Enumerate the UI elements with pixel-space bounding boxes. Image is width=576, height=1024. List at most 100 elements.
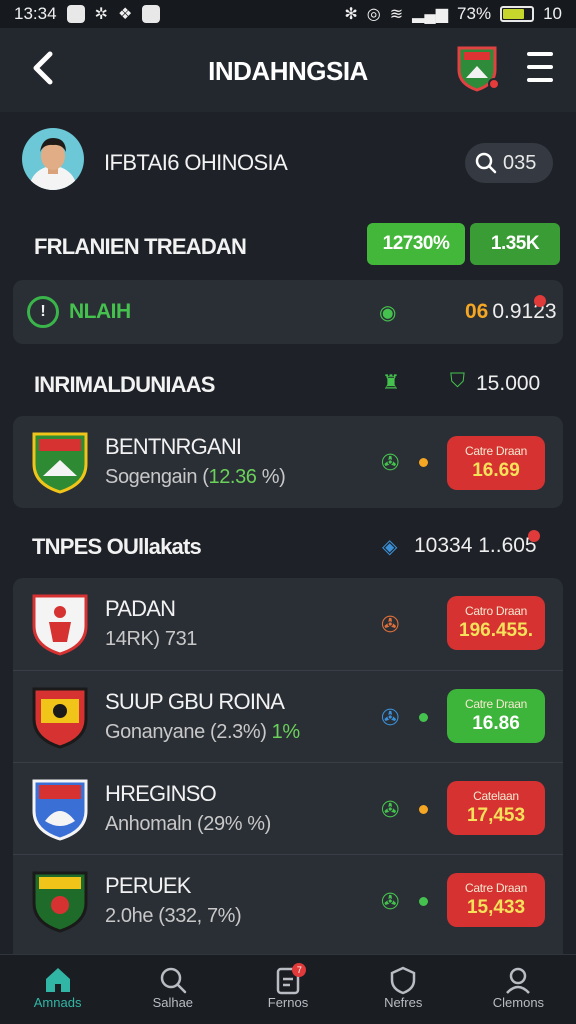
profile-row: IFBTAI6 OHINOSIA 035 [0, 112, 576, 212]
status-value-number: 0.9123 [492, 300, 557, 323]
nav-label: Fernos [267, 995, 309, 1010]
live-icon: ! [27, 296, 59, 328]
gallery-icon [142, 5, 161, 23]
app-icon: ✲ [94, 6, 108, 23]
featured-team-card[interactable]: BENTNRGANI Sogengain (12.36 %) ✇ Catre D… [13, 416, 563, 508]
odds-button[interactable]: Catelaan 17,453 [447, 781, 545, 835]
odds-label: Catre Draan [464, 881, 528, 895]
nav-label: Clemons [492, 995, 545, 1010]
status-time: 13:34 [14, 4, 57, 23]
team-crest-icon [32, 594, 88, 656]
section-header-2: INRIMALDUNIAAS ♜ ⛉ 15.000 [0, 360, 576, 408]
team-row[interactable]: PADAN 14RK) 731 ✇ Catro Draan 196.455. [13, 578, 563, 670]
section-value: 10334 1..605 [414, 534, 537, 557]
menu-button[interactable] [527, 52, 553, 82]
hamburger-icon [527, 52, 553, 56]
app-header: INDAHNGSIA [0, 28, 576, 112]
status-dot [419, 897, 428, 906]
nav-item-search[interactable]: Salhae [115, 955, 230, 1024]
target-icon: ◈ [382, 536, 398, 558]
home-icon [45, 968, 70, 992]
search-button[interactable]: 035 [465, 143, 553, 183]
bluetooth-icon: ✻ [344, 6, 358, 23]
status-dot [419, 458, 428, 467]
live-label: NLAIH [69, 300, 131, 323]
nav-item-home[interactable]: Amnads [0, 955, 115, 1024]
team-crest-icon [32, 432, 88, 494]
nav-label: Salhae [152, 995, 194, 1010]
profile-icon [506, 967, 531, 994]
nav-item-bets[interactable]: 7 Fernos [230, 955, 345, 1024]
section-value: 15.000 [476, 372, 541, 395]
shield-icon [390, 966, 416, 995]
odds-value: 196.455. [459, 620, 533, 641]
player-icon: ✇ [381, 450, 400, 475]
nfc-icon: ◎ [366, 6, 381, 23]
section-header-3: TNPES OUllakats ◈ 10334 1..605 [0, 522, 576, 570]
odds-label: Catre Draan [464, 697, 528, 711]
team-stats: Gonanyane (2.3%) 1% [105, 721, 300, 743]
team-name: PERUEK [105, 873, 191, 898]
team-row[interactable]: BENTNRGANI Sogengain (12.36 %) ✇ Catre D… [13, 416, 563, 508]
notification-dot [488, 78, 500, 90]
player-icon: ✇ [381, 612, 400, 637]
battery-percent: 73% [457, 4, 492, 23]
odds-button[interactable]: Catro Draan 196.455. [447, 596, 545, 650]
status-extra: 10 [543, 4, 562, 23]
player-icon: ✇ [381, 705, 400, 730]
battery-icon [500, 6, 535, 22]
odds-label: Catelaan [473, 789, 519, 803]
section-title: TNPES OUllakats [32, 534, 202, 559]
live-status-card[interactable]: ! NLAIH ◉ 06 0.9123 [13, 280, 563, 344]
team-crest-icon [32, 687, 88, 749]
team-stats: Sogengain (12.36 %) [105, 466, 286, 488]
team-name: HREGINSO [105, 781, 217, 806]
nav-item-news[interactable]: Nefres [346, 955, 461, 1024]
section-title: INRIMALDUNIAAS [34, 372, 215, 397]
alert-dot [534, 295, 546, 307]
wifi-icon: ≋ [389, 6, 404, 23]
person-icon [29, 138, 77, 190]
bottom-nav: Amnads Salhae 7 Fernos Nefres Clemons [0, 954, 576, 1024]
odds-button[interactable]: Catre Draan 16.86 [447, 689, 545, 743]
odds-value: 16.69 [472, 460, 520, 481]
nav-item-profile[interactable]: Clemons [461, 955, 576, 1024]
notification-icon [66, 5, 85, 23]
team-name: BENTNRGANI [105, 434, 242, 459]
alert-dot [528, 530, 540, 542]
profile-name: IFBTAI6 OHINOSIA [104, 150, 288, 175]
status-bar: 13:34 ✲ ❖ ✻ ◎ ≋ ▂▄▆ 73% 10 [0, 0, 576, 28]
odds-button[interactable]: Catre Draan 16.69 [447, 436, 545, 490]
player-icon: ✇ [381, 889, 400, 914]
status-dot [419, 805, 428, 814]
team-row[interactable]: SUUP GBU ROINA Gonanyane (2.3%) 1% ✇ Cat… [13, 670, 563, 762]
stats-icon: ♜ [382, 372, 400, 394]
nav-label: Nefres [384, 995, 423, 1010]
odds-value: 16.86 [472, 713, 520, 734]
team-crest-icon [32, 779, 88, 841]
percent-pill[interactable]: 12730% [367, 223, 465, 265]
section-title: FRLANIEN TREADAN [34, 234, 247, 259]
search-value: 035 [503, 151, 537, 174]
team-name: PADAN [105, 596, 176, 621]
odds-button[interactable]: Catre Draan 15,433 [447, 873, 545, 927]
search-icon [475, 152, 497, 174]
section-header-1: FRLANIEN TREADAN 12730% 1.35K [0, 222, 576, 270]
odds-label: Catro Draan [464, 604, 528, 618]
shield-check-icon: ⛉ [450, 370, 465, 392]
amount-pill[interactable]: 1.35K [470, 223, 560, 265]
team-row[interactable]: HREGINSO Anhomaln (29% %) ✇ Catelaan 17,… [13, 762, 563, 854]
team-crest-icon [32, 871, 88, 933]
teams-list: PADAN 14RK) 731 ✇ Catro Draan 196.455. S… [13, 578, 563, 954]
signal-icon: ▂▄▆ [412, 6, 449, 23]
odds-value: 15,433 [466, 897, 526, 918]
status-value-prefix: 06 [465, 300, 489, 323]
avatar[interactable] [22, 128, 84, 190]
messenger-icon: ❖ [117, 6, 133, 23]
odds-label: Catre Draan [464, 444, 528, 458]
team-name: SUUP GBU ROINA [105, 689, 285, 714]
team-stats: 14RK) 731 [105, 628, 198, 650]
team-stats: Anhomaln (29% %) [105, 813, 271, 835]
team-row[interactable]: PERUEK 2.0he (332, 7%) ✇ Catre Draan 15,… [13, 854, 563, 946]
status-dot [419, 713, 428, 722]
